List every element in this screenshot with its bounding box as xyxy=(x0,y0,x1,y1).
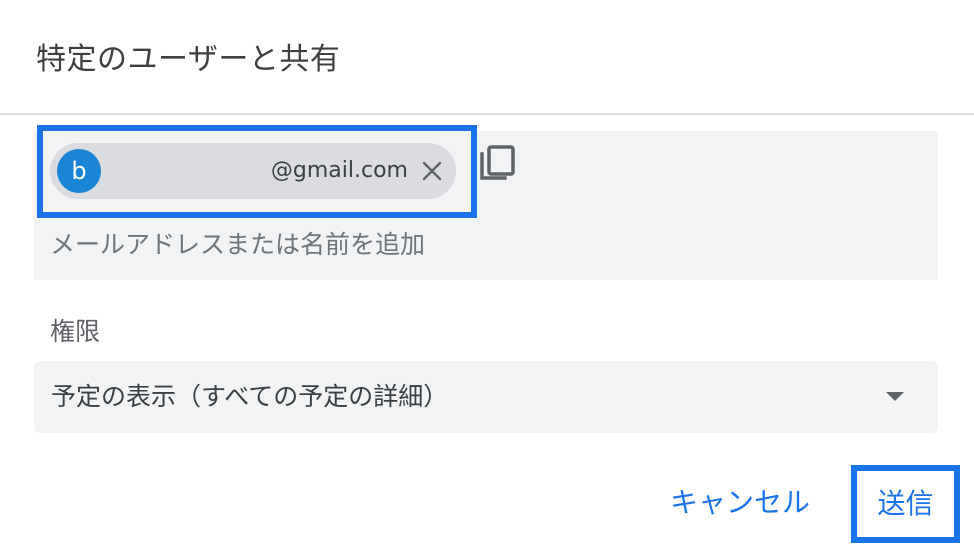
copy-icon[interactable] xyxy=(478,144,516,184)
title-divider xyxy=(0,113,974,115)
chip-highlight-frame xyxy=(37,125,477,218)
email-input[interactable] xyxy=(50,222,910,266)
permission-selected-value: 予定の表示（すべての予定の詳細） xyxy=(51,382,449,411)
dropdown-arrow-icon xyxy=(886,392,904,401)
send-button[interactable]: 送信 xyxy=(857,471,954,537)
permission-label: 権限 xyxy=(50,317,101,346)
permission-select[interactable]: 予定の表示（すべての予定の詳細） xyxy=(34,361,938,433)
cancel-button[interactable]: キャンセル xyxy=(660,474,820,532)
dialog-title: 特定のユーザーと共有 xyxy=(36,42,341,77)
